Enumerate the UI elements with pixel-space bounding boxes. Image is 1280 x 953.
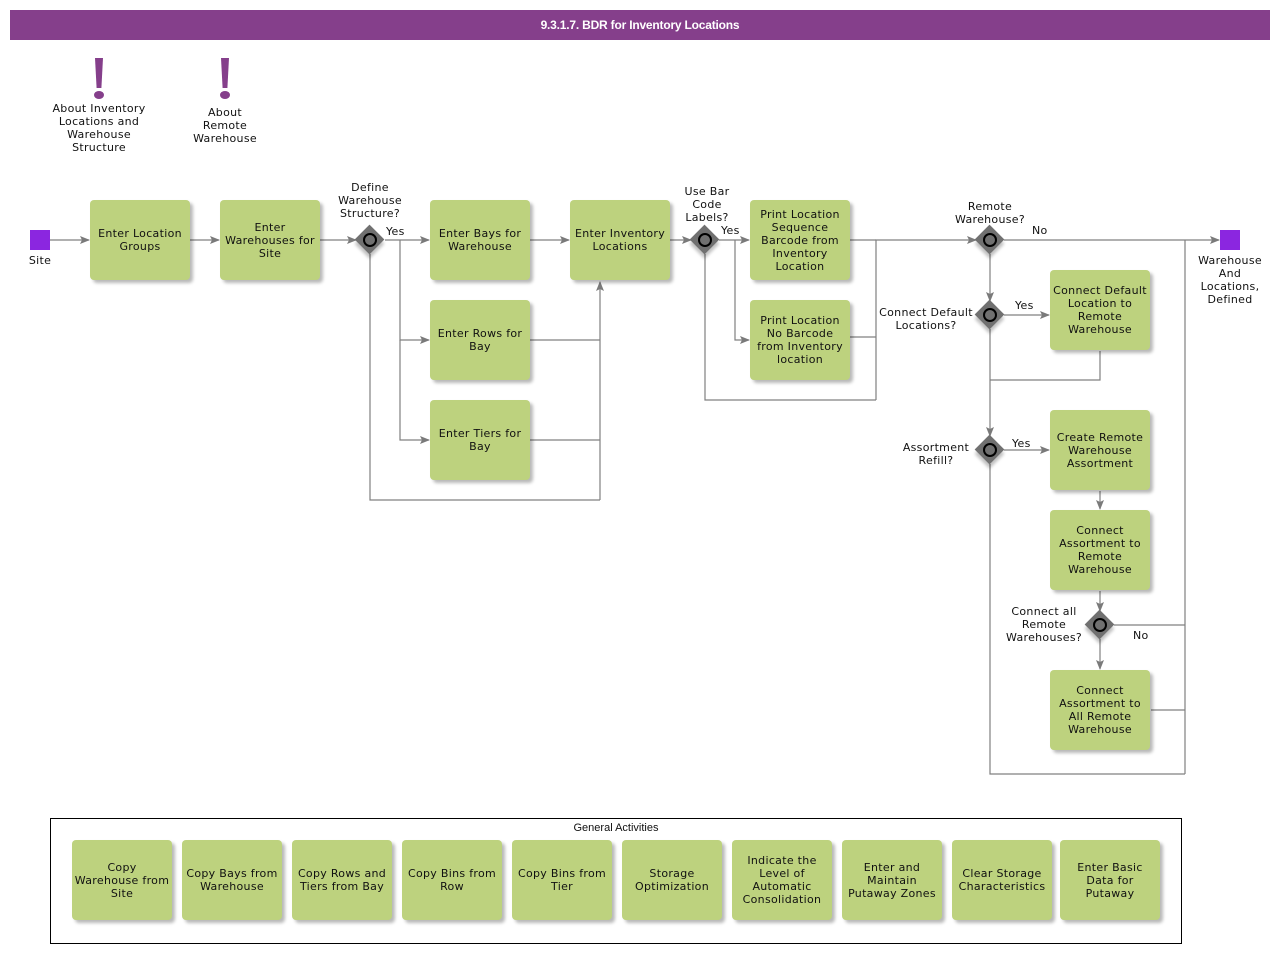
group-title: General Activities xyxy=(573,822,659,834)
annotation-text: About Inventory Locations and Warehouse … xyxy=(52,102,146,154)
task-connect-assortment-all[interactable]: Connect Assortment to All Remote Warehou… xyxy=(1050,670,1150,750)
task-label: Clear Storage Characteristics xyxy=(958,867,1046,893)
general-activity-copy-bins-tier[interactable]: Copy Bins from Tier xyxy=(512,840,612,920)
gateway-label: Use Bar Code Labels? xyxy=(684,185,730,224)
start-event[interactable] xyxy=(30,230,50,250)
gateway-connect-all[interactable] xyxy=(1084,609,1115,640)
task-label: Connect Assortment to Remote Warehouse xyxy=(1059,524,1141,576)
flow-gw1-to-tiers xyxy=(399,340,430,444)
task-label: Create Remote Warehouse Assortment xyxy=(1056,430,1144,470)
gateway-circle-icon xyxy=(983,308,997,322)
task-label: Copy Rows and Tiers from Bay xyxy=(297,867,387,893)
annotation-about-remote[interactable]: About Remote Warehouse xyxy=(185,58,265,145)
gateway-label: Connect all Remote Warehouses? xyxy=(1005,605,1082,644)
task-print-sequence-barcode[interactable]: Print Location Sequence Barcode from Inv… xyxy=(750,200,850,280)
flow-gw2-to-nobarcode xyxy=(734,240,750,344)
task-enter-warehouses[interactable]: Enter Warehouses for Site xyxy=(220,200,320,280)
task-label: Copy Bins from Tier xyxy=(518,867,606,893)
gateway-connect-default[interactable] xyxy=(974,299,1005,330)
task-label: Enter Warehouses for Site xyxy=(225,220,315,260)
task-label: Copy Bays from Warehouse xyxy=(186,867,278,893)
task-label: Enter Basic Data for Putaway xyxy=(1077,860,1143,900)
general-activity-copy-bays[interactable]: Copy Bays from Warehouse xyxy=(182,840,282,920)
task-label: Enter Bays for Warehouse xyxy=(438,227,522,253)
gateway-use-barcode[interactable] xyxy=(689,224,720,255)
general-activity-consolidation-level[interactable]: Indicate the Level of Automatic Consolid… xyxy=(732,840,832,920)
task-label: Connect Default Location to Remote Wareh… xyxy=(1053,284,1147,336)
gateway-define-structure[interactable] xyxy=(354,224,385,255)
flow-gw1-to-rows xyxy=(399,240,430,344)
task-enter-inventory-locations[interactable]: Enter Inventory Locations xyxy=(570,200,670,280)
gateway-circle-icon xyxy=(983,233,997,247)
gateway-label: Assortment Refill? xyxy=(902,441,970,467)
task-label: Storage Optimization xyxy=(635,867,709,893)
flow-label-no: No xyxy=(1032,224,1048,237)
general-activity-storage-optimization[interactable]: Storage Optimization xyxy=(622,840,722,920)
task-enter-tiers[interactable]: Enter Tiers for Bay xyxy=(430,400,530,480)
task-label: Print Location Sequence Barcode from Inv… xyxy=(760,207,840,273)
general-activity-copy-rows-tiers[interactable]: Copy Rows and Tiers from Bay xyxy=(292,840,392,920)
gateway-label: Define Warehouse Structure? xyxy=(338,181,402,220)
flow-label-yes: Yes xyxy=(1015,299,1034,312)
general-activity-basic-putaway[interactable]: Enter Basic Data for Putaway xyxy=(1060,840,1160,920)
flow-label-yes: Yes xyxy=(721,224,740,237)
gateway-label: Remote Warehouse? xyxy=(955,200,1025,226)
end-event-label: Warehouse And Locations, Defined xyxy=(1198,254,1262,306)
start-event-label: Site xyxy=(28,254,52,267)
end-event[interactable] xyxy=(1220,230,1240,250)
task-create-assortment[interactable]: Create Remote Warehouse Assortment xyxy=(1050,410,1150,490)
task-enter-rows[interactable]: Enter Rows for Bay xyxy=(430,300,530,380)
gateway-label: Connect Default Locations? xyxy=(879,306,973,332)
task-label: Enter Tiers for Bay xyxy=(438,427,522,453)
task-label: Enter and Maintain Putaway Zones xyxy=(848,860,936,900)
gateway-circle-icon xyxy=(1093,618,1107,632)
general-activity-copy-bins-row[interactable]: Copy Bins from Row xyxy=(402,840,502,920)
task-connect-default-location[interactable]: Connect Default Location to Remote Wareh… xyxy=(1050,270,1150,350)
task-label: Connect Assortment to All Remote Warehou… xyxy=(1059,684,1141,736)
gateway-remote-warehouse[interactable] xyxy=(974,224,1005,255)
task-label: Print Location No Barcode from Inventory… xyxy=(757,314,843,366)
task-print-no-barcode[interactable]: Print Location No Barcode from Inventory… xyxy=(750,300,850,380)
task-label: Copy Bins from Row xyxy=(408,867,496,893)
gateway-assortment-refill[interactable] xyxy=(974,434,1005,465)
task-connect-assortment[interactable]: Connect Assortment to Remote Warehouse xyxy=(1050,510,1150,590)
general-activity-copy-warehouse[interactable]: Copy Warehouse from Site xyxy=(72,840,172,920)
task-label: Enter Inventory Locations xyxy=(574,227,666,253)
flow-label-yes: Yes xyxy=(386,225,405,238)
task-enter-bays[interactable]: Enter Bays for Warehouse xyxy=(430,200,530,280)
annotation-text: About Remote Warehouse xyxy=(193,106,257,145)
task-enter-location-groups[interactable]: Enter Location Groups xyxy=(90,200,190,280)
exclamation-icon xyxy=(94,58,104,102)
gateway-circle-icon xyxy=(363,233,377,247)
gateway-circle-icon xyxy=(983,443,997,457)
general-activity-putaway-zones[interactable]: Enter and Maintain Putaway Zones xyxy=(842,840,942,920)
flow-label-yes: Yes xyxy=(1012,437,1031,450)
general-activity-clear-storage[interactable]: Clear Storage Characteristics xyxy=(952,840,1052,920)
flow-default-back xyxy=(990,351,1101,381)
annotation-about-inventory[interactable]: About Inventory Locations and Warehouse … xyxy=(44,58,154,154)
task-label: Enter Location Groups xyxy=(98,227,182,253)
gateway-circle-icon xyxy=(698,233,712,247)
task-label: Copy Warehouse from Site xyxy=(74,860,170,900)
task-label: Indicate the Level of Automatic Consolid… xyxy=(742,854,822,906)
task-label: Enter Rows for Bay xyxy=(437,327,523,353)
flow-label-no: No xyxy=(1133,629,1149,642)
exclamation-icon xyxy=(220,58,230,102)
